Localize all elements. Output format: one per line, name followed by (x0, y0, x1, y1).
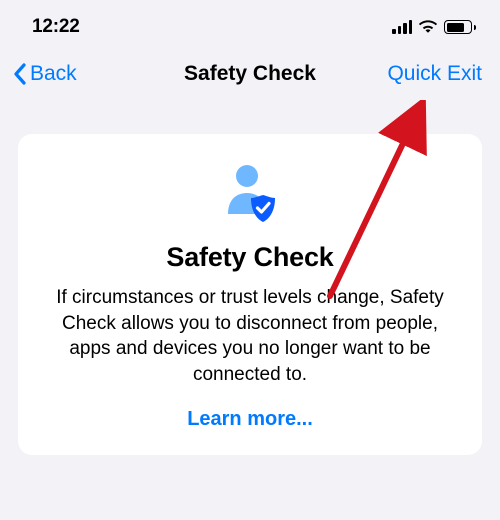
battery-icon (444, 20, 476, 34)
wifi-icon (418, 20, 438, 34)
navigation-bar: Back Safety Check Quick Exit (0, 48, 500, 104)
status-bar: 12:22 (0, 0, 500, 48)
page-title: Safety Check (184, 62, 316, 86)
status-icons (392, 20, 476, 34)
person-shield-icon (42, 162, 458, 224)
card-description: If circumstances or trust levels change,… (42, 285, 458, 388)
card-title: Safety Check (42, 242, 458, 273)
safety-check-card: Safety Check If circumstances or trust l… (18, 134, 482, 455)
learn-more-link[interactable]: Learn more... (42, 408, 458, 431)
back-button[interactable]: Back (12, 62, 77, 86)
chevron-left-icon (12, 62, 28, 86)
cellular-signal-icon (392, 20, 412, 34)
quick-exit-button[interactable]: Quick Exit (387, 62, 482, 86)
status-time: 12:22 (32, 16, 80, 38)
back-label: Back (30, 62, 77, 86)
